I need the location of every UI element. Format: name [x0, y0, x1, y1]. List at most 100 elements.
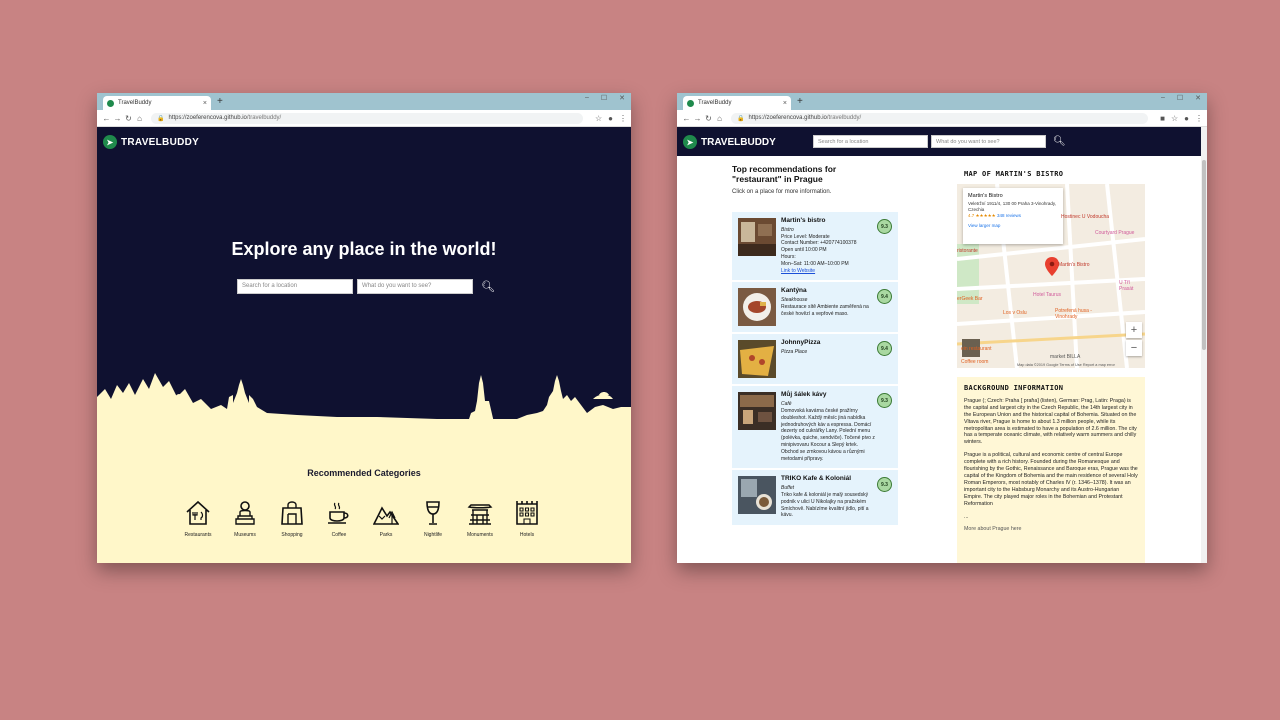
new-tab-button[interactable]: + — [797, 96, 803, 108]
browser-tab[interactable]: TravelBuddy × — [103, 96, 211, 110]
map-card-reviews[interactable]: 348 reviews — [997, 213, 1021, 218]
logo[interactable]: ➤ TRAVELBUDDY — [683, 135, 776, 149]
restaurant-photo — [738, 392, 776, 431]
url-field[interactable]: 🔒 https://zoeferencova.github.io/travelb… — [731, 112, 1149, 124]
url-host: https://zoeferencova.github.io — [168, 115, 247, 121]
recommended-categories-title: Recommended Categories — [307, 468, 421, 478]
result-category: Buffet — [781, 485, 795, 492]
close-window-button[interactable]: ✕ — [619, 94, 625, 102]
result-card[interactable]: Můj šálek kávy Café Domovská kavárna čes… — [732, 386, 898, 469]
category-museums[interactable]: Museums — [228, 498, 262, 538]
result-category: Bistro — [781, 226, 794, 233]
account-icon[interactable]: ● — [1184, 114, 1189, 123]
menu-icon[interactable]: ⋮ — [1195, 114, 1203, 123]
category-hotels[interactable]: Hotels — [510, 498, 544, 538]
minimize-button[interactable]: – — [1161, 94, 1165, 102]
location-search-input[interactable]: Search for a location — [237, 279, 353, 294]
favicon-icon — [107, 99, 114, 107]
logo-text: TRAVELBUDDY — [701, 136, 776, 148]
website-link[interactable]: Link to Website — [781, 268, 876, 275]
search-icon[interactable]: 🔍︎ — [481, 280, 495, 293]
restaurant-photo — [738, 340, 776, 379]
result-card[interactable]: TRIKO Kafe & Koloniál Buffet Triko kafe … — [732, 470, 898, 526]
logo-text: TRAVELBUDDY — [121, 136, 200, 148]
zoom-in-button[interactable]: + — [1126, 322, 1142, 338]
browser-tab[interactable]: TravelBuddy × — [683, 96, 791, 110]
address-bar: ← → ↻ ⌂ 🔒 https://zoeferencova.github.io… — [97, 110, 631, 127]
logo[interactable]: ➤ TRAVELBUDDY — [103, 135, 199, 149]
rating-badge: 9.3 — [877, 219, 892, 234]
map-embed[interactable]: Martin's Bistro Veletržní 1911/4, 130 00… — [957, 184, 1145, 368]
new-tab-button[interactable]: + — [217, 96, 223, 108]
extension-icon[interactable]: ■ — [1160, 114, 1165, 123]
coffee-icon — [328, 502, 349, 524]
background-ellipsis: ... — [964, 513, 969, 520]
scrollbar[interactable] — [1201, 127, 1207, 563]
paper-plane-icon: ➤ — [683, 135, 697, 149]
url-path: /travelbuddy/ — [826, 115, 862, 121]
result-hours-label: Hours: — [781, 253, 796, 260]
minimize-button[interactable]: – — [585, 94, 589, 102]
more-about-link[interactable]: More about Prague here — [964, 526, 1138, 533]
result-card[interactable]: JohnnyPizza Pizza Place 9.4 — [732, 334, 898, 385]
category-coffee[interactable]: Coffee — [322, 498, 356, 538]
scrollbar-thumb[interactable] — [1202, 160, 1206, 350]
map-label: Martin's Bistro — [1058, 262, 1090, 268]
result-category: Café — [781, 401, 792, 408]
window-controls: – ☐ ✕ — [1161, 94, 1201, 102]
result-card[interactable]: Martin's bistro Bistro Price Level: Mode… — [732, 212, 898, 281]
maximize-button[interactable]: ☐ — [601, 94, 607, 102]
forward-icon[interactable]: → — [112, 114, 123, 123]
result-hours: Mon–Sat: 11:00 AM–10:00 PM — [781, 260, 849, 267]
tab-close-icon[interactable]: × — [783, 100, 787, 107]
reload-icon[interactable]: ↻ — [123, 114, 134, 123]
window-controls: – ☐ ✕ — [585, 94, 625, 102]
location-search-input[interactable]: Search for a location — [813, 135, 928, 148]
map-label: ein restaurant — [961, 346, 992, 352]
maximize-button[interactable]: ☐ — [1177, 94, 1183, 102]
map-card-rating: 4.7 ★★★★★ — [968, 213, 996, 218]
search-icon[interactable]: 🔍︎ — [1053, 136, 1066, 147]
star-icon[interactable]: ☆ — [1171, 114, 1178, 123]
results-title: Top recommendations for "restaurant" in … — [732, 164, 882, 184]
zoom-out-button[interactable]: − — [1126, 340, 1142, 356]
account-icon[interactable]: ● — [608, 114, 613, 123]
what-search-input[interactable]: What do you want to see? — [357, 279, 473, 294]
map-card-title: Martin's Bistro — [968, 193, 1003, 199]
results-page: ➤ TRAVELBUDDY Search for a location What… — [677, 127, 1207, 563]
address-bar: ← → ↻ ⌂ 🔒 https://zoeferencova.github.io… — [677, 110, 1207, 127]
result-category: Pizza Place — [781, 349, 808, 356]
lock-icon: 🔒 — [157, 115, 165, 122]
restaurant-photo — [738, 218, 776, 256]
map-label: erGeek Bar — [957, 296, 983, 302]
reload-icon[interactable]: ↻ — [703, 114, 714, 123]
results-title-line2: "restaurant" in Prague — [732, 174, 823, 184]
menu-icon[interactable]: ⋮ — [619, 114, 627, 123]
map-title: MAP OF MARTIN'S BISTRO — [964, 170, 1064, 178]
map-label: U Tří Prasát — [1119, 280, 1134, 292]
what-search-input[interactable]: What do you want to see? — [931, 135, 1046, 148]
category-monuments[interactable]: Monuments — [463, 498, 497, 538]
url-field[interactable]: 🔒 https://zoeferencova.github.io/travelb… — [151, 112, 583, 124]
close-window-button[interactable]: ✕ — [1195, 94, 1201, 102]
star-icon[interactable]: ☆ — [595, 114, 602, 123]
category-nightlife[interactable]: Nightlife — [416, 498, 450, 538]
back-icon[interactable]: ← — [681, 114, 692, 123]
result-name: Martin's bistro — [781, 217, 826, 224]
home-icon[interactable]: ⌂ — [714, 114, 725, 123]
category-restaurants[interactable]: Restaurants — [181, 498, 215, 538]
category-parks[interactable]: Parks — [369, 498, 403, 538]
back-icon[interactable]: ← — [101, 114, 112, 123]
result-description: Restaurace sítě Ambiente zaměřená na čes… — [781, 303, 869, 317]
view-larger-map-link[interactable]: View larger map — [968, 223, 1058, 229]
tab-close-icon[interactable]: × — [203, 100, 207, 107]
restaurant-photo — [738, 288, 776, 327]
results-subtitle: Click on a place for more information. — [732, 189, 832, 195]
search-form: Search for a location What do you want t… — [813, 135, 1066, 148]
result-card[interactable]: Kantýna Steakhouse Restaurace sítě Ambie… — [732, 282, 898, 333]
home-icon[interactable]: ⌂ — [134, 114, 145, 123]
category-shopping[interactable]: Shopping — [275, 498, 309, 538]
background-info-title: BACKGROUND INFORMATION — [964, 384, 1064, 392]
forward-icon[interactable]: → — [692, 114, 703, 123]
tab-title: TravelBuddy — [118, 100, 152, 106]
